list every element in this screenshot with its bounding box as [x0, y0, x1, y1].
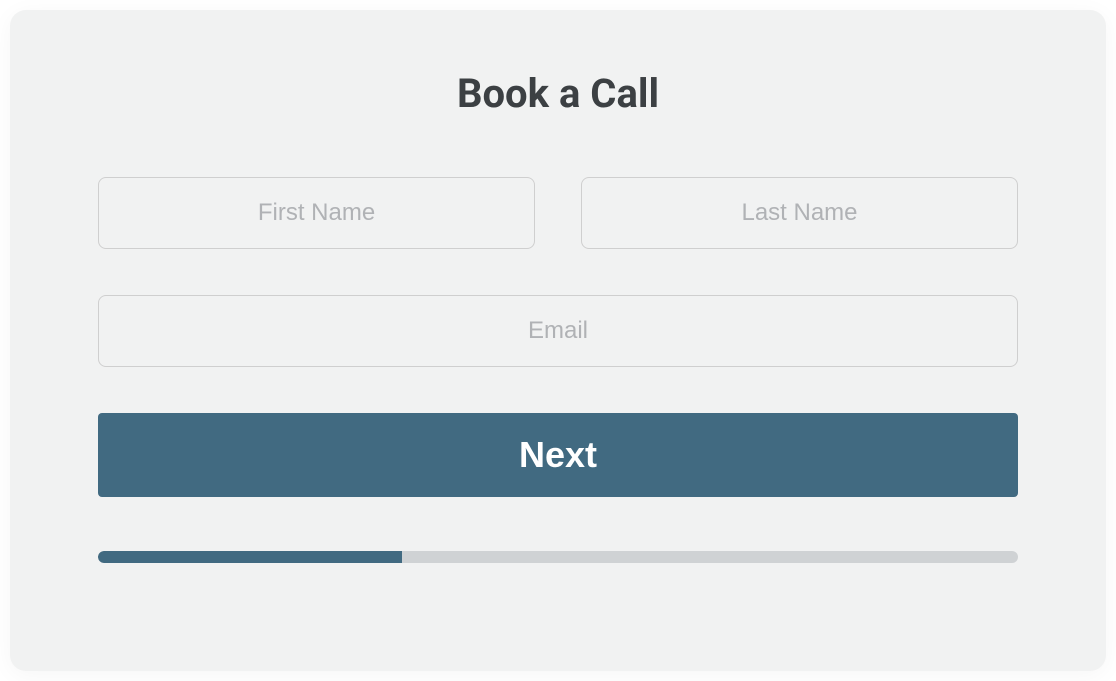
progress-fill: [98, 551, 402, 563]
first-name-input[interactable]: [98, 177, 535, 249]
form-body: Next: [98, 177, 1018, 563]
progress-bar: [98, 551, 1018, 563]
last-name-input[interactable]: [581, 177, 1018, 249]
form-card: Book a Call Next: [10, 10, 1106, 671]
form-title: Book a Call: [457, 70, 659, 117]
name-row: [98, 177, 1018, 249]
next-button[interactable]: Next: [98, 413, 1018, 497]
email-input[interactable]: [98, 295, 1018, 367]
email-row: [98, 295, 1018, 367]
